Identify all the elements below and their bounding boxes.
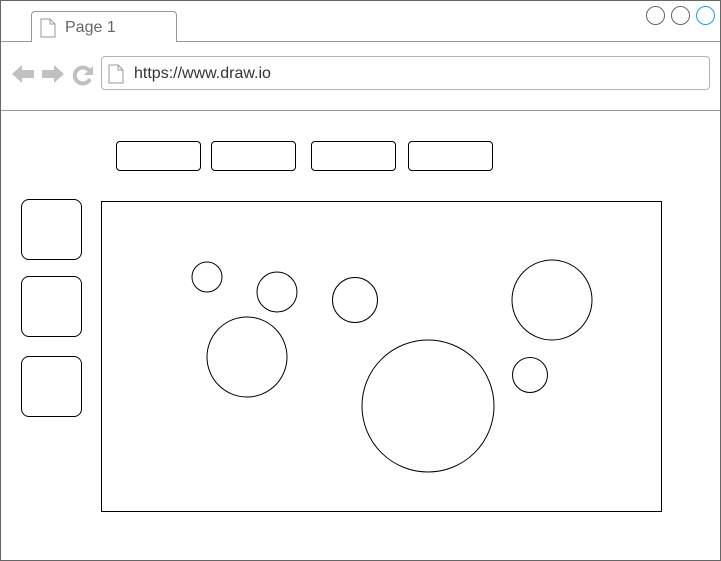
canvas-shapes [191, 259, 593, 473]
page-icon [108, 64, 124, 89]
side-button-1[interactable] [21, 199, 82, 260]
circle-shape[interactable] [511, 259, 593, 341]
arrow-right-icon[interactable] [41, 64, 65, 89]
top-button-3[interactable] [311, 141, 396, 171]
window-control-circle-active[interactable] [696, 6, 715, 25]
circle-shape[interactable] [191, 261, 223, 293]
canvas-panel[interactable] [101, 201, 662, 512]
circle-shape[interactable] [256, 271, 298, 313]
browser-toolbar: https://www.draw.io [1, 42, 720, 111]
reload-icon[interactable] [72, 64, 94, 91]
window-control-circle[interactable] [671, 6, 690, 25]
url-text: https://www.draw.io [134, 65, 271, 82]
top-button-2[interactable] [211, 141, 296, 171]
address-bar[interactable]: https://www.draw.io [101, 56, 710, 90]
side-button-2[interactable] [21, 276, 82, 337]
top-button-1[interactable] [116, 141, 201, 171]
window-control-circle[interactable] [646, 6, 665, 25]
browser-window: Page 1 https://www.draw.io [0, 0, 721, 561]
page-icon [40, 18, 56, 43]
side-button-3[interactable] [21, 356, 82, 417]
tab-bar: Page 1 [1, 1, 720, 42]
circle-shape[interactable] [332, 277, 378, 323]
arrow-left-icon[interactable] [11, 64, 35, 89]
tab-page-1[interactable]: Page 1 [31, 11, 177, 42]
circle-shape[interactable] [361, 339, 495, 473]
tab-label: Page 1 [65, 19, 116, 36]
top-button-4[interactable] [408, 141, 493, 171]
circle-shape[interactable] [206, 316, 288, 398]
circle-shape[interactable] [512, 357, 548, 393]
